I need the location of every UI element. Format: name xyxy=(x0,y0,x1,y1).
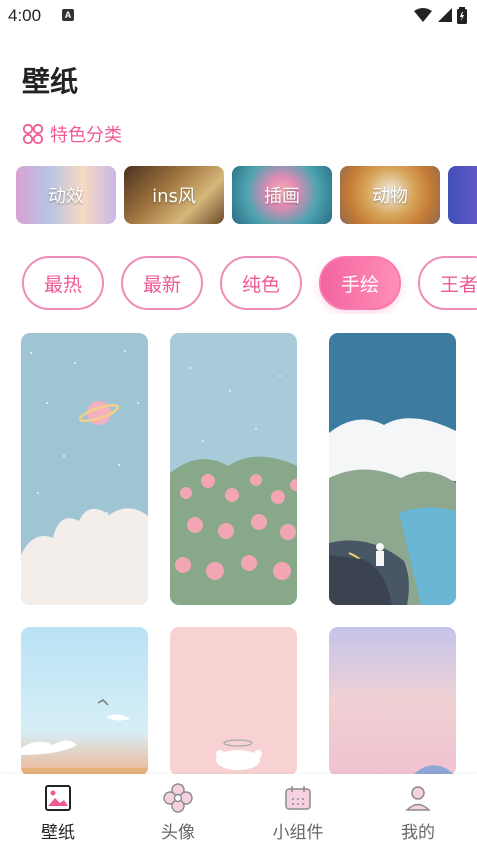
nav-label-avatar: 头像 xyxy=(161,823,195,843)
wallpaper-tile-pink-flowers[interactable] xyxy=(170,333,297,605)
wallpaper-coastal-road-art xyxy=(329,333,456,605)
battery-icon xyxy=(457,7,467,24)
featured-title: 特色分类 xyxy=(50,125,122,146)
widget-calendar-icon xyxy=(285,786,311,810)
category-row: 动效 ins风 插画 动物 xyxy=(16,166,477,224)
signal-icon xyxy=(438,8,452,22)
category-card-dongxiao[interactable]: 动效 xyxy=(16,166,116,224)
featured-section-header: 特色分类 xyxy=(22,121,122,147)
nav-label-widgets: 小组件 xyxy=(272,823,324,843)
status-time: 4:00 xyxy=(8,6,42,25)
chip-newest[interactable]: 最新 xyxy=(121,256,203,310)
category-label: 插画 xyxy=(264,186,300,207)
wallpaper-blue-sunset-art xyxy=(21,627,148,776)
page-title: 壁纸 xyxy=(22,65,79,98)
category-card-more[interactable] xyxy=(448,166,477,224)
filter-chip-row: 最热 最新 纯色 手绘 王者 xyxy=(22,256,477,314)
chip-wangzhe[interactable]: 王者 xyxy=(418,256,477,310)
status-indicator-a: A xyxy=(62,9,74,21)
chip-hottest[interactable]: 最热 xyxy=(22,256,104,310)
wallpaper-tile-pink-angel[interactable] xyxy=(170,627,297,776)
nav-item-wallpaper[interactable]: 壁纸 xyxy=(8,782,108,844)
wallpaper-planet-clouds-art xyxy=(21,333,148,605)
nav-item-widgets[interactable]: 小组件 xyxy=(248,782,348,844)
category-card-ins[interactable]: ins风 xyxy=(124,166,224,224)
grid-flower-icon xyxy=(22,123,44,145)
wifi-icon xyxy=(414,8,432,22)
status-icons xyxy=(413,6,467,24)
category-card-chahua[interactable]: 插画 xyxy=(232,166,332,224)
wallpaper-pink-angel-art xyxy=(170,627,297,776)
wallpaper-grid xyxy=(21,333,457,776)
status-bar: 4:00 A xyxy=(0,0,477,34)
chip-solid[interactable]: 纯色 xyxy=(220,256,302,310)
wallpaper-tile-purple-sky[interactable] xyxy=(329,627,456,776)
category-label: 动效 xyxy=(48,186,84,207)
nav-item-avatar[interactable]: 头像 xyxy=(128,782,228,844)
wallpaper-purple-sky-art xyxy=(329,627,456,776)
wallpaper-pink-flowers-art xyxy=(170,333,297,605)
wallpaper-tile-coastal-road[interactable] xyxy=(329,333,456,605)
wallpaper-tile-blue-sunset[interactable] xyxy=(21,627,148,776)
bottom-navigation: 壁纸 头像 小组件 我的 xyxy=(0,774,477,849)
image-icon xyxy=(45,785,71,811)
category-card-dongwu[interactable]: 动物 xyxy=(340,166,440,224)
nav-label-profile: 我的 xyxy=(401,823,435,843)
user-icon xyxy=(405,786,431,811)
nav-label-wallpaper: 壁纸 xyxy=(41,823,75,843)
nav-item-profile[interactable]: 我的 xyxy=(368,782,468,844)
avatar-flower-icon xyxy=(163,783,193,813)
category-label: 动物 xyxy=(372,186,408,207)
wallpaper-tile-planet-clouds[interactable] xyxy=(21,333,148,605)
category-label: ins风 xyxy=(152,186,196,207)
chip-handdrawn[interactable]: 手绘 xyxy=(319,256,401,310)
